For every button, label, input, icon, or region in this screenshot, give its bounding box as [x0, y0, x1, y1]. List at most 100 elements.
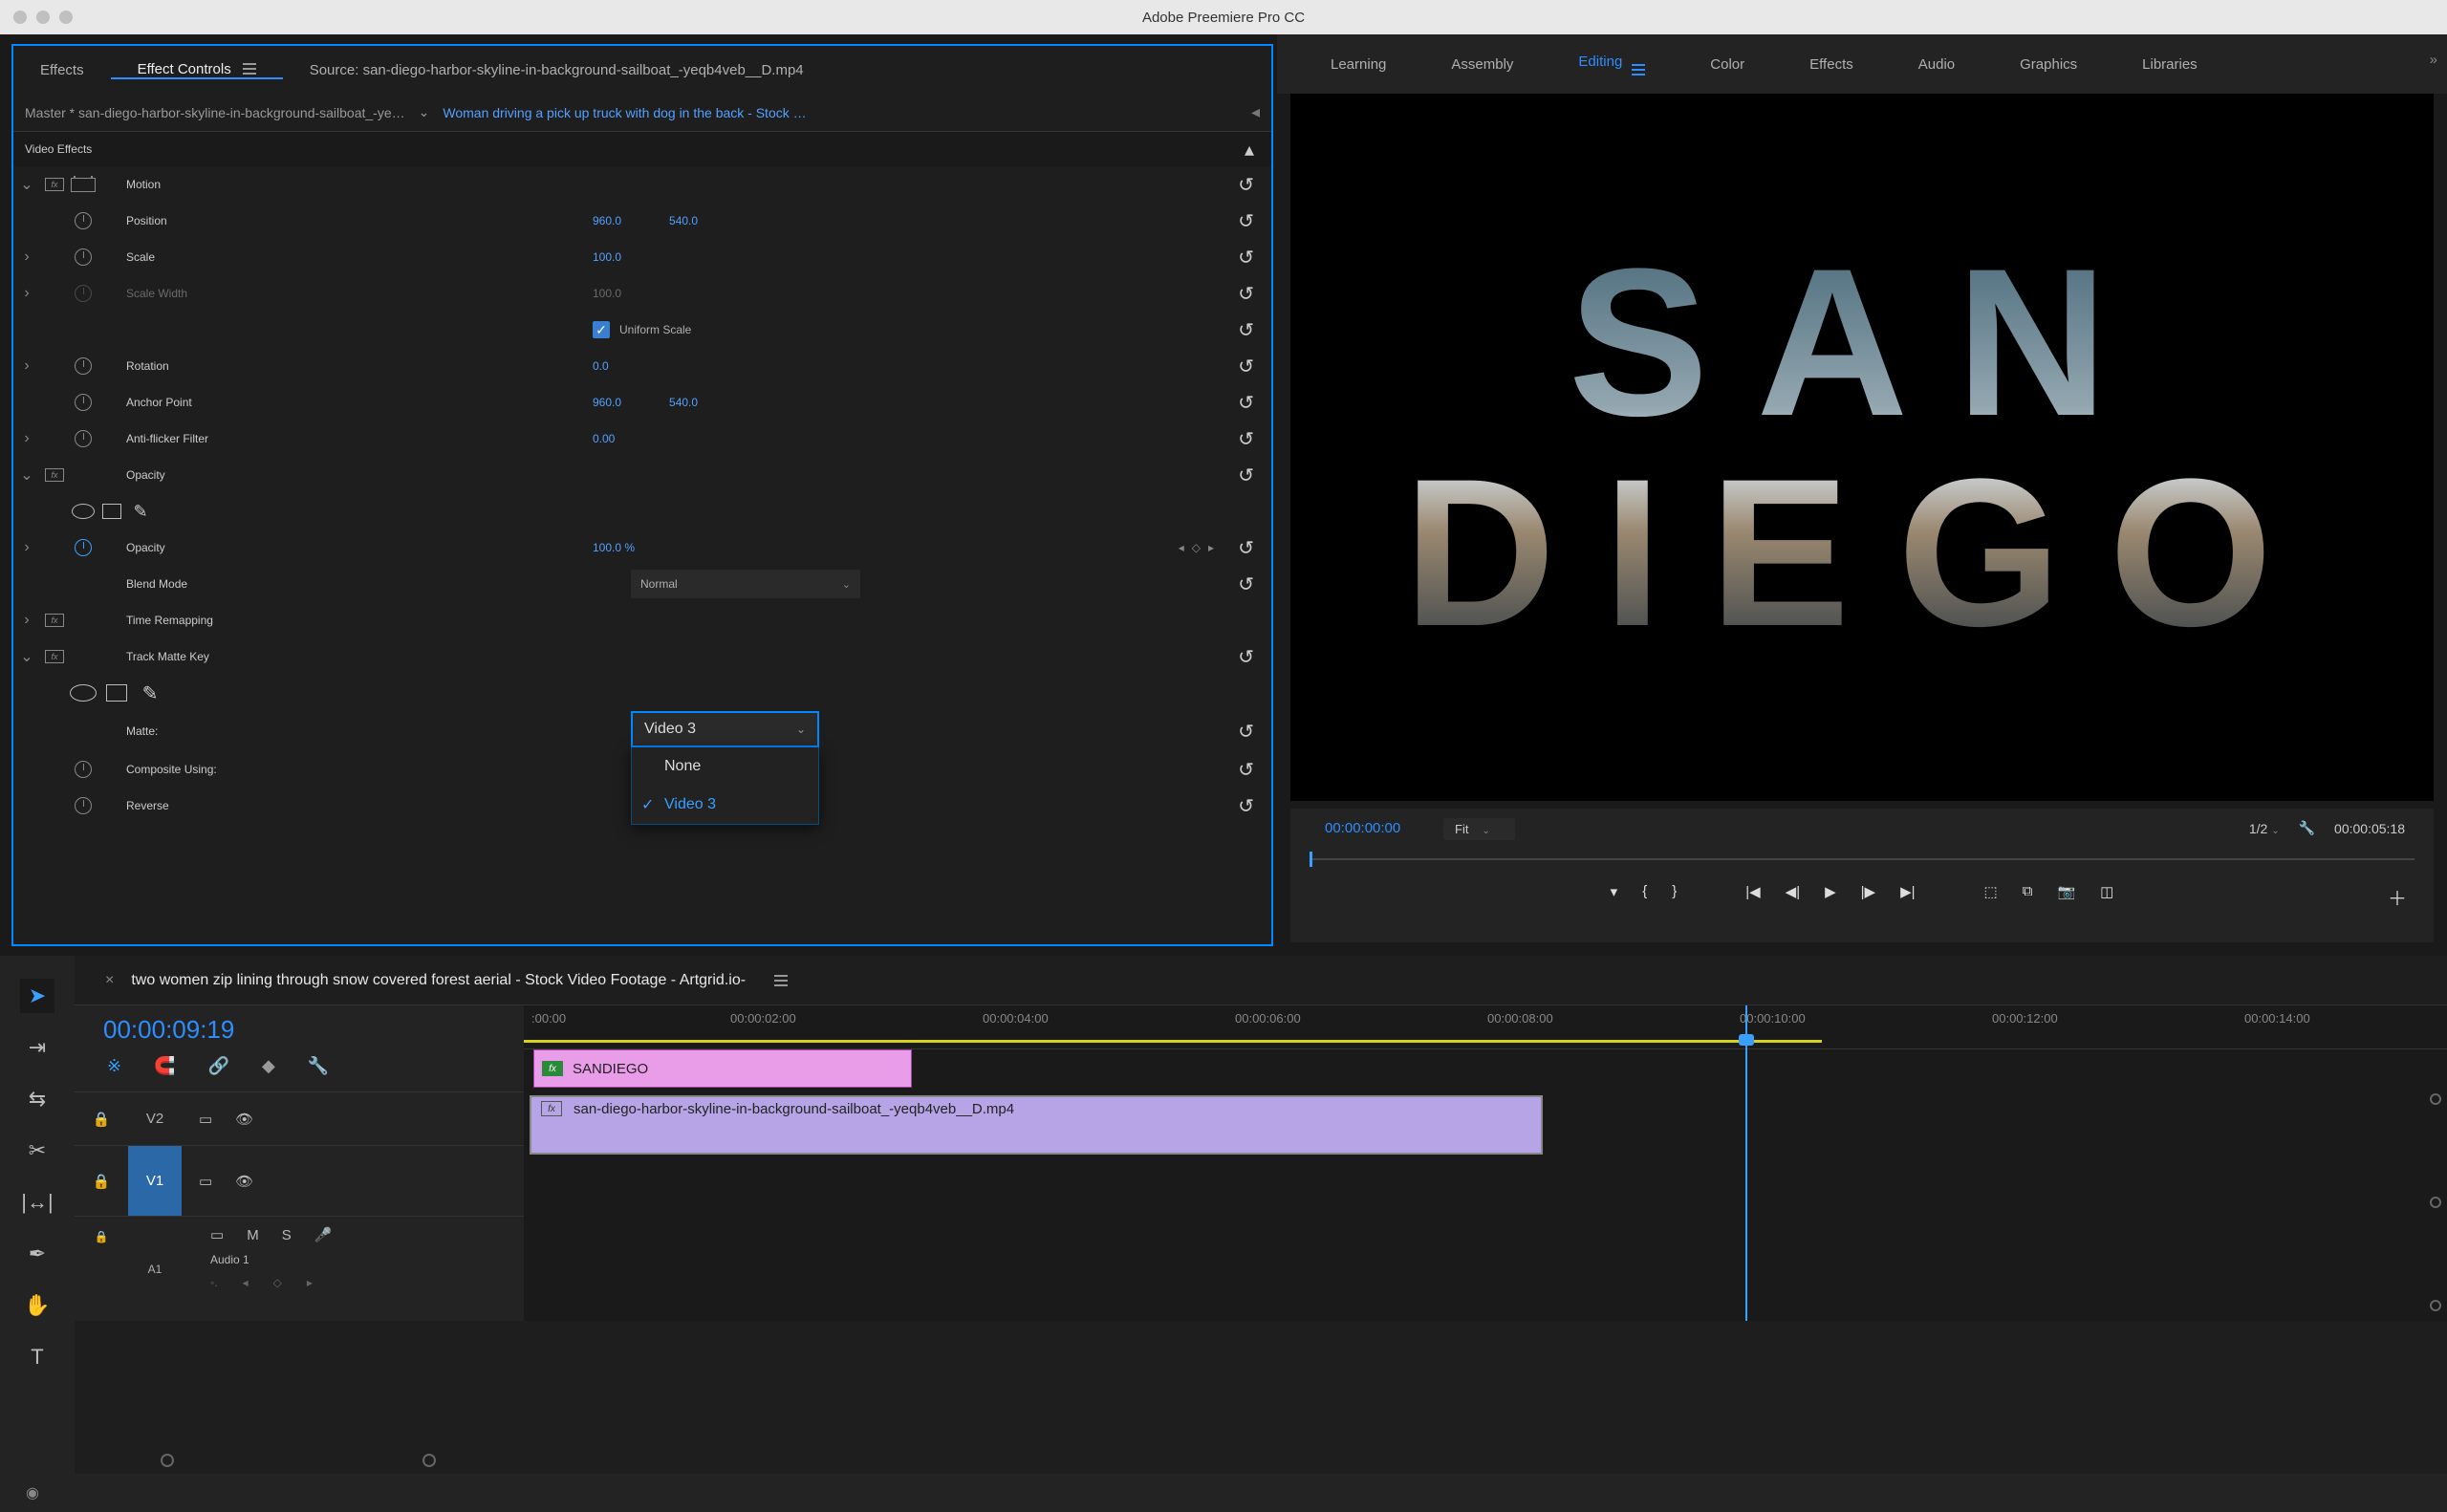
eye-icon[interactable]: 👁	[235, 1111, 253, 1128]
rect-mask-icon[interactable]	[106, 684, 127, 702]
transform-icon[interactable]	[71, 178, 96, 192]
stopwatch-icon[interactable]	[75, 248, 92, 266]
pen-mask-icon[interactable]: ✎	[126, 502, 155, 522]
fx-badge-icon[interactable]: fx	[45, 468, 64, 482]
mark-out-icon[interactable]: {	[1642, 883, 1647, 900]
playhead-icon[interactable]	[1310, 852, 1312, 867]
reset-icon[interactable]: ↺	[1238, 572, 1254, 596]
workspace-editing[interactable]: Editing	[1578, 54, 1645, 76]
effect-time-remapping[interactable]: › fx Time Remapping	[13, 602, 1271, 638]
mute-button[interactable]: M	[247, 1227, 259, 1243]
next-keyframe-icon[interactable]: ▸	[307, 1276, 313, 1289]
tab-effects[interactable]: Effects	[13, 62, 111, 78]
time-ruler[interactable]: :00:00 00:00:02:00 00:00:04:00 00:00:06:…	[524, 1005, 2447, 1049]
go-to-in-icon[interactable]: |◀	[1745, 883, 1760, 900]
reset-icon[interactable]: ↺	[1238, 536, 1254, 560]
stopwatch-icon[interactable]	[75, 761, 92, 778]
type-tool-icon[interactable]: T	[20, 1340, 54, 1374]
add-keyframe-icon[interactable]: ◇	[273, 1276, 282, 1289]
track-target-v1[interactable]: V1	[128, 1146, 182, 1216]
vertical-scroll[interactable]	[2430, 1093, 2441, 1311]
reset-icon[interactable]: ↺	[1238, 645, 1254, 669]
track-target-v2[interactable]: V2	[128, 1092, 182, 1145]
stopwatch-icon[interactable]	[75, 539, 92, 556]
marker-icon[interactable]: ◆	[262, 1056, 275, 1076]
creative-cloud-icon[interactable]: ◉	[19, 1480, 46, 1506]
track-target-a1[interactable]: A1	[128, 1217, 182, 1321]
lock-icon[interactable]: 🔒	[75, 1217, 128, 1321]
position-x[interactable]: 960.0	[593, 214, 621, 227]
hamburger-icon[interactable]	[774, 975, 788, 986]
reset-icon[interactable]: ↺	[1238, 318, 1254, 342]
toggle-output-icon[interactable]: ▭	[199, 1111, 212, 1128]
close-tab-icon[interactable]: ×	[105, 972, 114, 989]
comparison-icon[interactable]: ◫	[2100, 883, 2113, 900]
step-forward-icon[interactable]: |▶	[1861, 883, 1875, 900]
twirl-down-icon[interactable]: ⌄	[13, 465, 40, 485]
minimize-window-icon[interactable]	[36, 11, 50, 24]
fx-badge-icon[interactable]: fx	[45, 178, 64, 191]
add-button-icon[interactable]: ＋	[2388, 883, 2407, 911]
twirl-down-icon[interactable]: ⌄	[13, 647, 40, 666]
clip-name[interactable]: Woman driving a pick up truck with dog i…	[443, 105, 806, 120]
zoom-fit-select[interactable]: Fit⌄	[1443, 818, 1515, 840]
reset-icon[interactable]: ↺	[1238, 246, 1254, 270]
matte-option-none[interactable]: None	[632, 747, 818, 786]
track-select-tool-icon[interactable]: ⇥	[20, 1030, 54, 1065]
scale-value[interactable]: 100.0	[593, 250, 621, 264]
workspace-learning[interactable]: Learning	[1331, 56, 1386, 73]
reset-icon[interactable]: ↺	[1238, 427, 1254, 451]
flicker-value[interactable]: 0.00	[593, 432, 615, 445]
reset-icon[interactable]: ↺	[1238, 464, 1254, 487]
reset-icon[interactable]: ↺	[1238, 355, 1254, 378]
collapse-up-icon[interactable]: ▴	[1245, 138, 1254, 162]
workspace-color[interactable]: Color	[1710, 56, 1744, 73]
playhead[interactable]	[1745, 1005, 1747, 1321]
opacity-value[interactable]: 100.0 %	[593, 541, 635, 554]
fx-badge-icon[interactable]: fx	[45, 614, 64, 627]
sequence-name[interactable]: two women zip lining through snow covere…	[131, 972, 746, 989]
stopwatch-icon[interactable]	[75, 212, 92, 229]
lock-icon[interactable]: 🔒	[75, 1111, 128, 1128]
eye-icon[interactable]: 👁	[235, 1173, 253, 1190]
lock-icon[interactable]: 🔒	[75, 1173, 128, 1190]
rotation-value[interactable]: 0.0	[593, 359, 609, 373]
workspace-effects[interactable]: Effects	[1809, 56, 1853, 73]
reset-icon[interactable]: ↺	[1238, 209, 1254, 233]
maximize-window-icon[interactable]	[59, 11, 73, 24]
magnet-icon[interactable]: 🧲	[154, 1056, 175, 1076]
fx-badge-icon[interactable]: fx	[45, 650, 64, 663]
chevron-right-icon[interactable]: »	[2430, 52, 2437, 68]
program-scrubber[interactable]	[1310, 849, 2415, 870]
go-to-out-icon[interactable]: ▶|	[1900, 883, 1915, 900]
snap-icon[interactable]: ※	[107, 1056, 121, 1076]
ripple-edit-tool-icon[interactable]: ⇆	[20, 1082, 54, 1116]
reset-icon[interactable]: ↺	[1238, 758, 1254, 782]
export-frame-icon[interactable]: 📷	[2057, 883, 2075, 900]
anchor-x[interactable]: 960.0	[593, 396, 621, 409]
timeline-zoom-bar[interactable]	[161, 1453, 436, 1468]
tab-source[interactable]: Source: san-diego-harbor-skyline-in-back…	[283, 62, 1271, 78]
clip-v2-sandiego[interactable]: fxSANDIEGO	[533, 1049, 912, 1088]
matte-option-video3[interactable]: Video 3	[632, 786, 818, 824]
stopwatch-icon[interactable]	[75, 394, 92, 411]
timeline-timecent[interactable]: 00:00:09:19	[75, 1005, 524, 1052]
work-area-bar[interactable]	[524, 1040, 1822, 1043]
mark-in-icon[interactable]: ▾	[1611, 883, 1618, 900]
reset-icon[interactable]: ↺	[1238, 720, 1254, 744]
hamburger-icon[interactable]	[1632, 64, 1645, 76]
uniform-scale-checkbox[interactable]: ✓	[593, 321, 610, 338]
rect-mask-icon[interactable]	[102, 504, 121, 519]
extract-icon[interactable]: ⧉	[2023, 883, 2033, 900]
lift-icon[interactable]: ⬚	[1984, 883, 1998, 900]
twirl-down-icon[interactable]: ⌄	[13, 175, 40, 194]
toggle-output-icon[interactable]: ▭	[199, 1173, 212, 1190]
step-back-icon[interactable]: ◀|	[1786, 883, 1800, 900]
play-icon[interactable]: ▶	[1825, 883, 1836, 900]
voiceover-icon[interactable]: 🎤	[314, 1226, 333, 1243]
reset-icon[interactable]: ↺	[1238, 173, 1254, 197]
reset-icon[interactable]: ↺	[1238, 391, 1254, 415]
reset-icon[interactable]: ↺	[1238, 794, 1254, 818]
program-timecode[interactable]: 00:00:00:00	[1325, 820, 1400, 836]
ellipse-mask-icon[interactable]	[70, 684, 97, 702]
